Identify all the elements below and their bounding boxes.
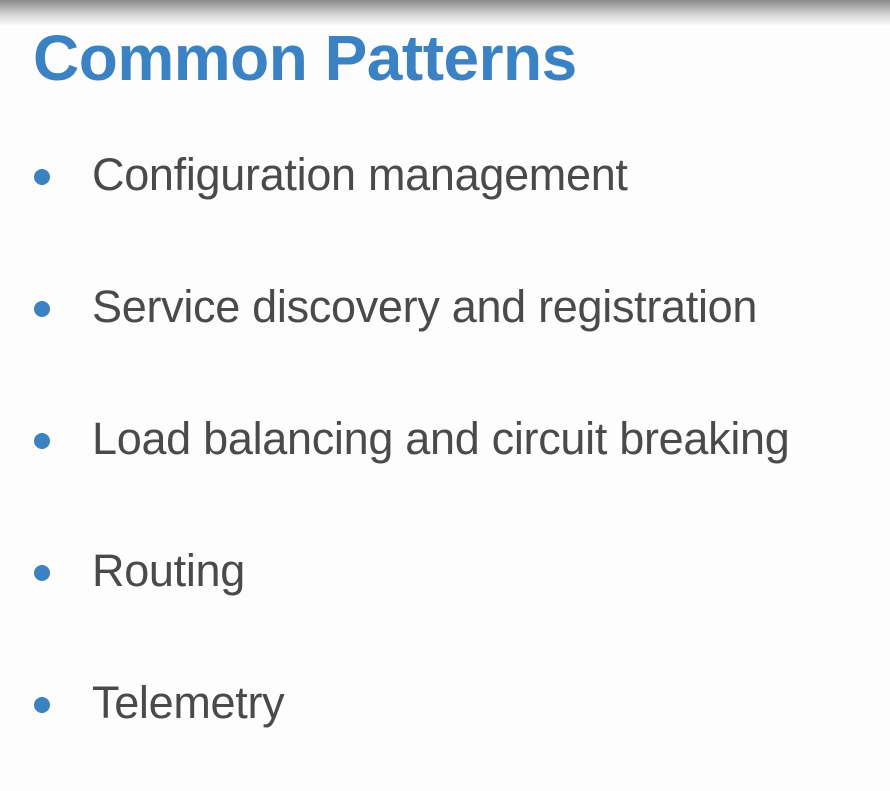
- list-item: Routing: [0, 541, 890, 601]
- bullet-icon: [34, 301, 50, 317]
- list-item-text: Configuration management: [92, 149, 628, 200]
- list-item: Telemetry: [0, 673, 890, 733]
- list-item-text: Load balancing and circuit breaking: [92, 413, 790, 464]
- list-item: Load balancing and circuit breaking: [0, 409, 890, 469]
- list-item-text: Telemetry: [92, 677, 285, 728]
- list-item-text: Routing: [92, 545, 246, 596]
- list-item-text: Service discovery and registration: [92, 281, 758, 332]
- bullet-icon: [34, 565, 50, 581]
- list-item: Configuration management: [0, 145, 890, 205]
- bullet-icon: [34, 433, 50, 449]
- bullet-icon: [34, 697, 50, 713]
- bullet-icon: [34, 169, 50, 185]
- list-item: Service discovery and registration: [0, 277, 890, 337]
- slide-title: Common Patterns: [33, 22, 577, 94]
